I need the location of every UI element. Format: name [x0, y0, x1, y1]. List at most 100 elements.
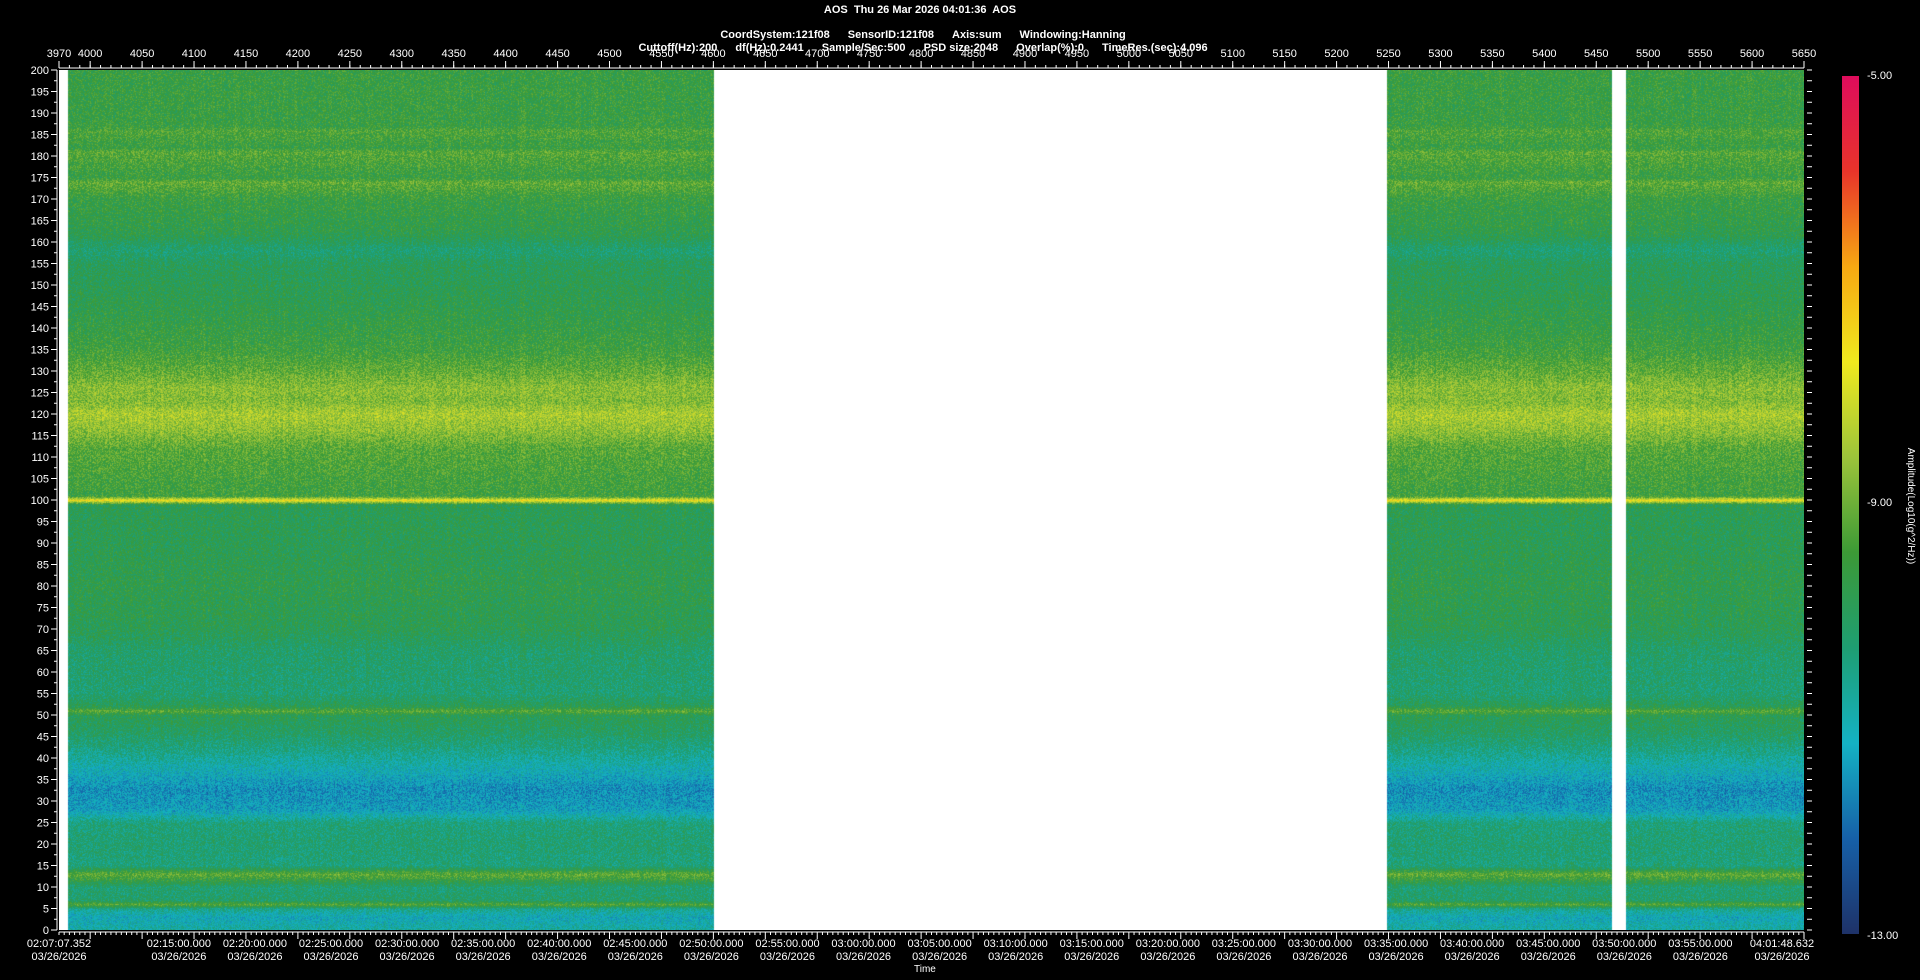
top-tick-label: 5200 [1324, 48, 1348, 60]
date-tick-label: 03/26/2026 [1140, 951, 1195, 963]
top-tick-label: 4250 [338, 48, 362, 60]
y-tick-label: 195 [31, 87, 49, 99]
time-tick-label: 03:45:00.000 [1516, 938, 1580, 950]
date-tick-label: 03/26/2026 [227, 951, 282, 963]
top-tick-label: 4850 [961, 48, 985, 60]
top-tick-label: 4550 [649, 48, 673, 60]
top-tick-label: 4450 [545, 48, 569, 60]
date-tick-label: 03/26/2026 [684, 951, 739, 963]
top-tick-label: 4350 [441, 48, 465, 60]
time-tick-label: 02:15:00.000 [147, 938, 211, 950]
y-tick-label: 70 [37, 624, 49, 636]
y-tick-label: 115 [31, 431, 49, 443]
time-tick-label: 03:00:00.000 [831, 938, 895, 950]
time-tick-label: 02:07:07.352 [27, 938, 91, 950]
date-tick-label: 03/26/2026 [1369, 951, 1424, 963]
y-tick-label: 80 [37, 581, 49, 593]
date-tick-label: 03/26/2026 [1521, 951, 1576, 963]
y-tick-label: 175 [31, 173, 49, 185]
top-tick-label: 5550 [1688, 48, 1712, 60]
top-tick-label: 4650 [753, 48, 777, 60]
time-tick-label: 02:30:00.000 [375, 938, 439, 950]
colorbar [1842, 76, 1859, 934]
time-tick-label: 03:15:00.000 [1060, 938, 1124, 950]
y-tick-label: 55 [37, 689, 49, 701]
date-tick-label: 03/26/2026 [380, 951, 435, 963]
date-tick-label: 03/26/2026 [1292, 951, 1347, 963]
date-tick-label: 03/26/2026 [1754, 951, 1809, 963]
top-tick-label: 4100 [182, 48, 206, 60]
y-tick-label: 165 [31, 216, 49, 228]
top-tick-label: 3970 [47, 48, 71, 60]
y-tick-label: 30 [37, 796, 49, 808]
y-tick-label: 145 [31, 302, 49, 314]
time-tick-label: 03:40:00.000 [1440, 938, 1504, 950]
top-tick-label: 5100 [1220, 48, 1244, 60]
y-tick-label: 5 [43, 904, 49, 916]
date-tick-label: 03/26/2026 [1216, 951, 1271, 963]
time-tick-label: 03:25:00.000 [1212, 938, 1276, 950]
time-tick-label: 02:20:00.000 [223, 938, 287, 950]
y-tick-label: 155 [31, 259, 49, 271]
top-tick-label: 4300 [390, 48, 414, 60]
top-tick-label: 4000 [78, 48, 102, 60]
y-tick-label: 45 [37, 732, 49, 744]
y-tick-label: 95 [37, 517, 49, 529]
date-tick-label: 03/26/2026 [1673, 951, 1728, 963]
y-tick-label: 135 [31, 345, 49, 357]
date-tick-label: 03/26/2026 [836, 951, 891, 963]
date-tick-label: 03/26/2026 [912, 951, 967, 963]
y-tick-label: 0 [43, 925, 49, 937]
date-tick-label: 03/26/2026 [456, 951, 511, 963]
time-tick-label: 02:55:00.000 [755, 938, 819, 950]
top-tick-label: 5600 [1740, 48, 1764, 60]
date-tick-label: 03/26/2026 [31, 951, 86, 963]
time-tick-label: 02:50:00.000 [679, 938, 743, 950]
y-tick-label: 125 [31, 388, 49, 400]
axes: 3970 4000 4050 4100 4150 4200 4250 4300 4350 4400… [0, 0, 1920, 980]
date-tick-label: 03/26/2026 [303, 951, 358, 963]
time-tick-label: 02:45:00.000 [603, 938, 667, 950]
y-tick-label: 40 [37, 753, 49, 765]
y-tick-label: 130 [31, 366, 49, 378]
y-tick-label: 75 [37, 603, 49, 615]
time-tick-label: 04:01:48.632 [1750, 938, 1814, 950]
time-tick-label: 03:20:00.000 [1136, 938, 1200, 950]
top-tick-label: 5250 [1376, 48, 1400, 60]
colorbar-mid-label: -9.00 [1867, 497, 1892, 509]
date-tick-label: 03/26/2026 [1064, 951, 1119, 963]
y-tick-label: 20 [37, 839, 49, 851]
date-tick-label: 03/26/2026 [988, 951, 1043, 963]
y-tick-label: 105 [31, 474, 49, 486]
top-tick-label: 4150 [234, 48, 258, 60]
time-tick-label: 02:25:00.000 [299, 938, 363, 950]
y-tick-label: 60 [37, 667, 49, 679]
y-tick-label: 90 [37, 538, 49, 550]
y-tick-label: 25 [37, 818, 49, 830]
y-tick-label: 85 [37, 560, 49, 572]
date-tick-label: 03/26/2026 [760, 951, 815, 963]
top-tick-label: 4500 [597, 48, 621, 60]
y-tick-label: 160 [31, 237, 49, 249]
top-tick-label: 5000 [1117, 48, 1141, 60]
y-tick-label: 100 [31, 495, 49, 507]
y-tick-label: 170 [31, 194, 49, 206]
y-tick-label: 200 [31, 65, 49, 77]
top-tick-label: 4400 [493, 48, 517, 60]
y-tick-label: 110 [31, 452, 49, 464]
y-tick-label: 180 [31, 151, 49, 163]
y-tick-label: 120 [31, 409, 49, 421]
top-tick-label: 4050 [130, 48, 154, 60]
y-tick-label: 50 [37, 710, 49, 722]
y-tick-label: 10 [37, 882, 49, 894]
top-tick-label: 5650 [1792, 48, 1816, 60]
top-tick-label: 5450 [1584, 48, 1608, 60]
time-tick-label: 02:40:00.000 [527, 938, 591, 950]
time-tick-label: 02:35:00.000 [451, 938, 515, 950]
top-tick-label: 5350 [1480, 48, 1504, 60]
top-tick-label: 4600 [701, 48, 725, 60]
colorbar-title: Amplitude(Log10(g^2/Hz)) [1904, 426, 1916, 586]
top-tick-label: 5050 [1169, 48, 1193, 60]
time-tick-label: 03:55:00.000 [1668, 938, 1732, 950]
top-tick-label: 5150 [1272, 48, 1296, 60]
